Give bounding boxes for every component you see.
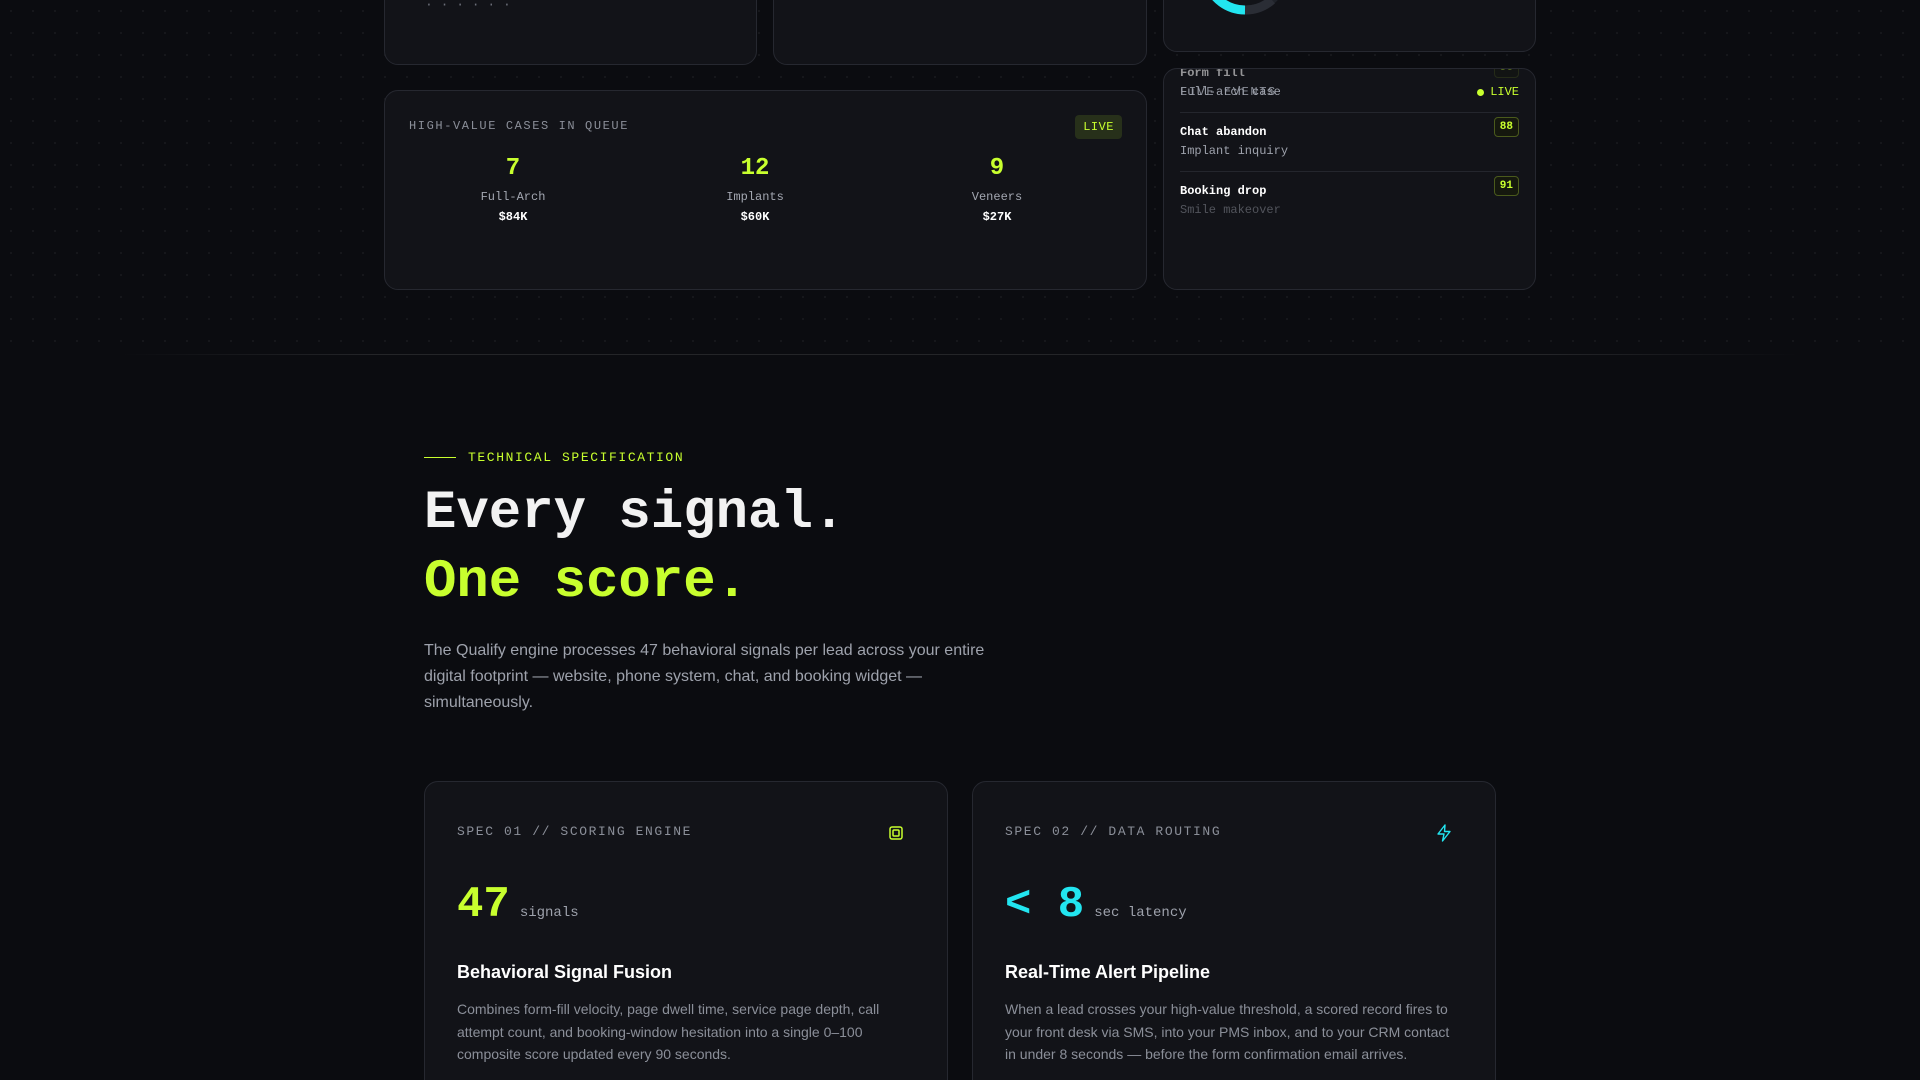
spec-metric-value: 47	[457, 880, 510, 930]
case-implants: 12 Implants $60K	[655, 155, 855, 224]
case-value: $84K	[498, 210, 528, 224]
case-count: 9	[989, 155, 1005, 182]
case-label: Full-Arch	[480, 190, 546, 204]
high-value-cases-card: HIGH-VALUE CASES IN QUEUE LIVE 7 Full-Ar…	[384, 90, 1147, 290]
top-card-1: · · · · · ·	[384, 0, 757, 65]
lightning-bolt-icon	[1437, 824, 1451, 842]
top-card-partial-text: · · · · · ·	[425, 0, 511, 12]
spec-metric: 47 signals	[457, 880, 579, 930]
score-ring-gauge	[1190, 0, 1300, 25]
case-veneers: 9 Veneers $27K	[897, 155, 1097, 224]
cpu-chip-icon	[889, 826, 903, 840]
headline-line-1: Every signal.	[424, 483, 846, 544]
case-label: Veneers	[971, 190, 1023, 204]
event-item[interactable]: Chat abandon Implant inquiry 88	[1180, 113, 1519, 172]
event-score: 96	[1493, 69, 1519, 78]
case-count: 7	[505, 155, 521, 182]
live-events-card: LIVE EVENTS LIVE Form fill Full-arch cas…	[1163, 68, 1536, 290]
spec-card-scoring-engine: SPEC 01 // SCORING ENGINE 47 signals Beh…	[424, 781, 948, 1080]
spec-label: SPEC 01 // SCORING ENGINE	[457, 824, 693, 839]
event-item[interactable]: Form fill Full-arch case 96	[1180, 68, 1519, 113]
case-value: $27K	[982, 210, 1012, 224]
spec-metric: < 8 sec latency	[1005, 880, 1187, 930]
spec-card-data-routing: SPEC 02 // DATA ROUTING < 8 sec latency …	[972, 781, 1496, 1080]
event-name: Form fill	[1180, 68, 1245, 80]
spec-heading: Behavioral Signal Fusion	[457, 962, 673, 982]
case-count: 12	[740, 155, 770, 182]
spec-body: Combines form-fill velocity, page dwell …	[457, 1001, 880, 1062]
event-detail: Full-arch case	[1180, 85, 1281, 99]
event-score: 88	[1493, 117, 1519, 137]
eyebrow-label: TECHNICAL SPECIFICATION	[468, 450, 685, 465]
event-item[interactable]: Booking drop Smile makeover 91	[1180, 172, 1519, 231]
section-eyebrow: TECHNICAL SPECIFICATION	[424, 450, 684, 465]
section-description: The Qualify engine processes 47 behavior…	[424, 642, 985, 711]
high-value-title: HIGH-VALUE CASES IN QUEUE	[409, 119, 630, 133]
event-score: 91	[1493, 176, 1519, 196]
event-name: Booking drop	[1180, 184, 1267, 198]
spec-metric-value: < 8	[1005, 880, 1085, 930]
spec-body: When a lead crosses your high-value thre…	[1005, 1001, 1450, 1062]
case-full-arch: 7 Full-Arch $84K	[413, 155, 613, 224]
event-detail: Smile makeover	[1180, 203, 1281, 217]
section-divider	[120, 354, 1800, 355]
case-label: Implants	[726, 190, 784, 204]
top-card-2	[773, 0, 1147, 65]
event-name: Chat abandon	[1180, 125, 1267, 139]
event-detail: Implant inquiry	[1180, 144, 1289, 158]
spec-metric-unit: signals	[519, 905, 579, 921]
live-badge: LIVE	[1075, 115, 1122, 139]
case-value: $60K	[740, 210, 770, 224]
eyebrow-line	[424, 457, 456, 458]
spec-label: SPEC 02 // DATA ROUTING	[1005, 824, 1222, 839]
spec-metric-unit: sec latency	[1094, 905, 1187, 921]
headline-line-2: One score.	[424, 552, 749, 613]
spec-heading: Real-Time Alert Pipeline	[1005, 962, 1211, 982]
